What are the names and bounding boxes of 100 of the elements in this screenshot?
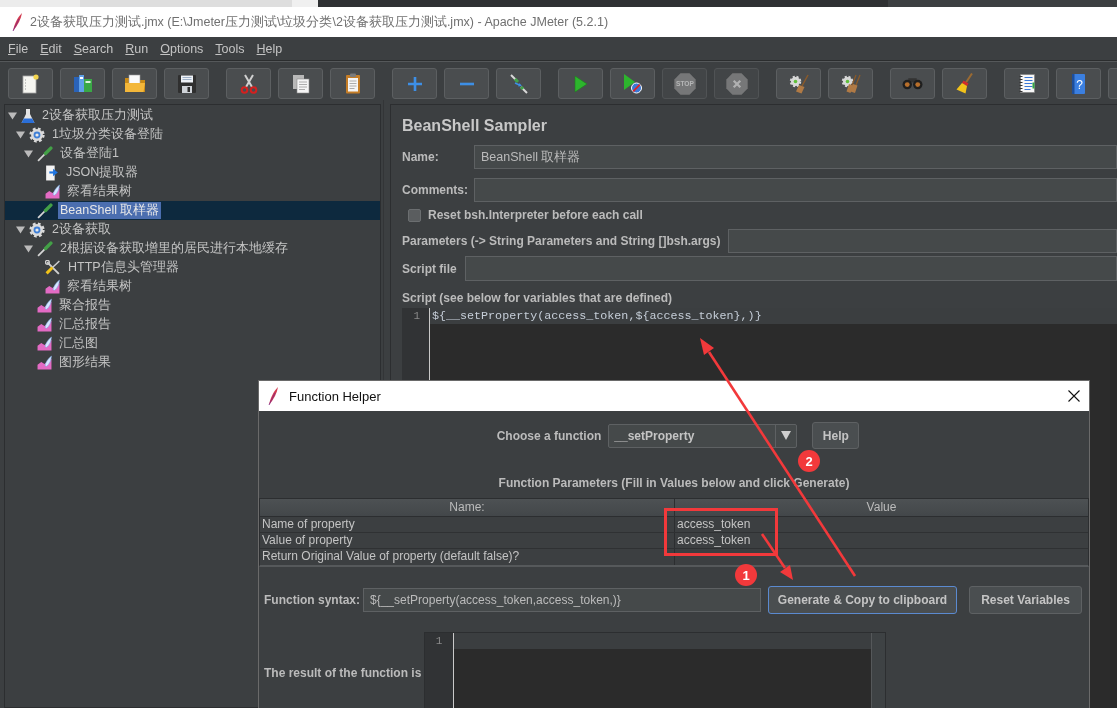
field-label: Comments: [402, 183, 469, 197]
table-cell: Value of property [260, 533, 675, 548]
tree-item[interactable]: HTTP信息头管理器 [5, 258, 380, 277]
toolbar-button[interactable] [1004, 68, 1049, 99]
section-heading: Function Parameters (Fill in Values below and click Generate) [497, 475, 851, 491]
action-button[interactable]: Generate & Copy to clipboard [768, 586, 957, 614]
scrollbar-track[interactable] [871, 633, 886, 708]
copy-icon [291, 73, 310, 94]
chart-icon [37, 317, 52, 332]
function-select[interactable]: __setProperty [608, 423, 798, 448]
feather-icon [268, 387, 278, 405]
menu-item[interactable]: Search [73, 41, 114, 56]
comments-field[interactable] [474, 178, 1117, 202]
toolbar-button[interactable] [776, 68, 821, 99]
triangle-icon[interactable] [16, 225, 25, 234]
panel-title: BeanShell Sampler [402, 116, 548, 136]
tree-item[interactable]: 汇总图 [5, 334, 380, 353]
table-cell[interactable]: access_token [675, 533, 1088, 548]
field-label: The result of the function is [264, 666, 422, 680]
binoculars-icon [902, 77, 923, 90]
toolbar-button[interactable] [112, 68, 157, 99]
tree-item[interactable]: 察看结果树 [5, 277, 380, 296]
gear-brooms-icon [840, 73, 861, 94]
close-icon[interactable] [1068, 390, 1080, 402]
result-editor[interactable]: 1 [424, 632, 887, 708]
plus-icon [406, 75, 423, 92]
field-label: Script (see below for variables that are defined) [402, 290, 674, 306]
pipette-icon [37, 240, 53, 257]
tree-item[interactable]: 设备登陆1 [5, 144, 380, 163]
tree-item[interactable]: 2根据设备获取增里的居民进行本地缓存 [5, 239, 380, 258]
toolbar-button[interactable] [828, 68, 873, 99]
flask-icon [21, 107, 35, 124]
triangle-icon[interactable] [16, 130, 25, 139]
save-icon [177, 74, 196, 93]
tree-item[interactable]: 图形结果 [5, 353, 380, 372]
action-button[interactable]: Reset Variables [969, 586, 1082, 614]
toolbar-button[interactable] [942, 68, 987, 99]
scissors-icon [239, 73, 258, 94]
field-label: Parameters (-> String Parameters and String []bsh.args) [402, 234, 721, 248]
chart-icon [45, 184, 60, 199]
column-header: Value [865, 499, 898, 516]
table-cell: Return Original Value of property (default false)? [260, 549, 675, 565]
feather-icon [12, 13, 22, 31]
chart-icon [37, 298, 52, 313]
field-label: Choose a function [496, 428, 602, 443]
tree-item[interactable]: 聚合报告 [5, 296, 380, 315]
tree-item[interactable]: JSON提取器 [5, 163, 380, 182]
toolbar-button[interactable] [226, 68, 271, 99]
octagon-x-icon [725, 72, 748, 95]
toolbar-button[interactable] [278, 68, 323, 99]
tree-item[interactable]: 1垃圾分类设备登陆 [5, 125, 380, 144]
tree-item[interactable]: BeanShell 取样器 [5, 201, 380, 220]
window-title: 2设备获取压力测试.jmx (E:\Jmeter压力测试\垃圾分类\2设备获取压力测试.jmx) - Apache JMeter (5.2.1) [30, 13, 609, 31]
wrench-screwdriver-icon [45, 259, 61, 276]
script-file-field[interactable] [464, 256, 1117, 281]
triangle-icon[interactable] [24, 149, 33, 158]
notebook-icon [1018, 74, 1035, 93]
toolbar-button[interactable]: ? [1056, 68, 1101, 99]
table-cell: Name of property [260, 517, 675, 532]
tree-item[interactable]: 察看结果树 [5, 182, 380, 201]
line-number: 1 [413, 309, 420, 324]
menu-item[interactable]: Help [256, 41, 283, 56]
checkbox-label: Reset bsh.Interpreter before each call [428, 208, 643, 222]
toolbar-button[interactable] [164, 68, 209, 99]
folder-icon [123, 74, 146, 93]
dialog-title: Function Helper [289, 388, 381, 404]
gear-icon [29, 221, 45, 238]
play-slashed-circle-icon [623, 73, 642, 94]
gear-icon [29, 126, 45, 143]
menu-item[interactable]: Tools [215, 41, 245, 56]
tree-item[interactable]: 2设备获取 [5, 220, 380, 239]
chart-icon [45, 279, 60, 294]
field-label: Name: [402, 150, 440, 164]
play-icon [573, 74, 588, 93]
triangle-icon[interactable] [24, 244, 33, 253]
menu-item[interactable]: Run [125, 41, 149, 56]
books-icon [72, 74, 93, 93]
chart-icon [37, 355, 52, 370]
pipettes-icon [509, 73, 528, 94]
triangle-icon[interactable] [8, 111, 17, 120]
name-field[interactable]: BeanShell 取样器 [474, 145, 1117, 169]
caret-down-icon [781, 431, 792, 440]
tree-item[interactable]: 汇总报告 [5, 315, 380, 334]
field-label: Function syntax: [264, 593, 360, 607]
toolbar-button[interactable] [8, 68, 53, 99]
tree-item[interactable]: 2设备获取压力测试 [5, 106, 380, 125]
help-button[interactable]: Help [812, 422, 860, 449]
menu-item[interactable]: Edit [40, 41, 62, 56]
line-number: 1 [435, 634, 443, 649]
page-arrow-icon [45, 164, 59, 181]
pipette-icon [37, 202, 53, 219]
parameters-field[interactable] [728, 229, 1117, 253]
menu-item[interactable]: File [8, 41, 29, 56]
minus-icon [458, 81, 475, 86]
toolbar-button[interactable] [330, 68, 375, 99]
pipette-icon [37, 145, 53, 162]
checkbox[interactable] [408, 208, 421, 222]
table-cell[interactable]: access_token [675, 517, 1088, 532]
menu-item[interactable]: Options [160, 41, 204, 56]
syntax-field[interactable]: ${__setProperty(access_token,access_token,)} [363, 588, 761, 612]
